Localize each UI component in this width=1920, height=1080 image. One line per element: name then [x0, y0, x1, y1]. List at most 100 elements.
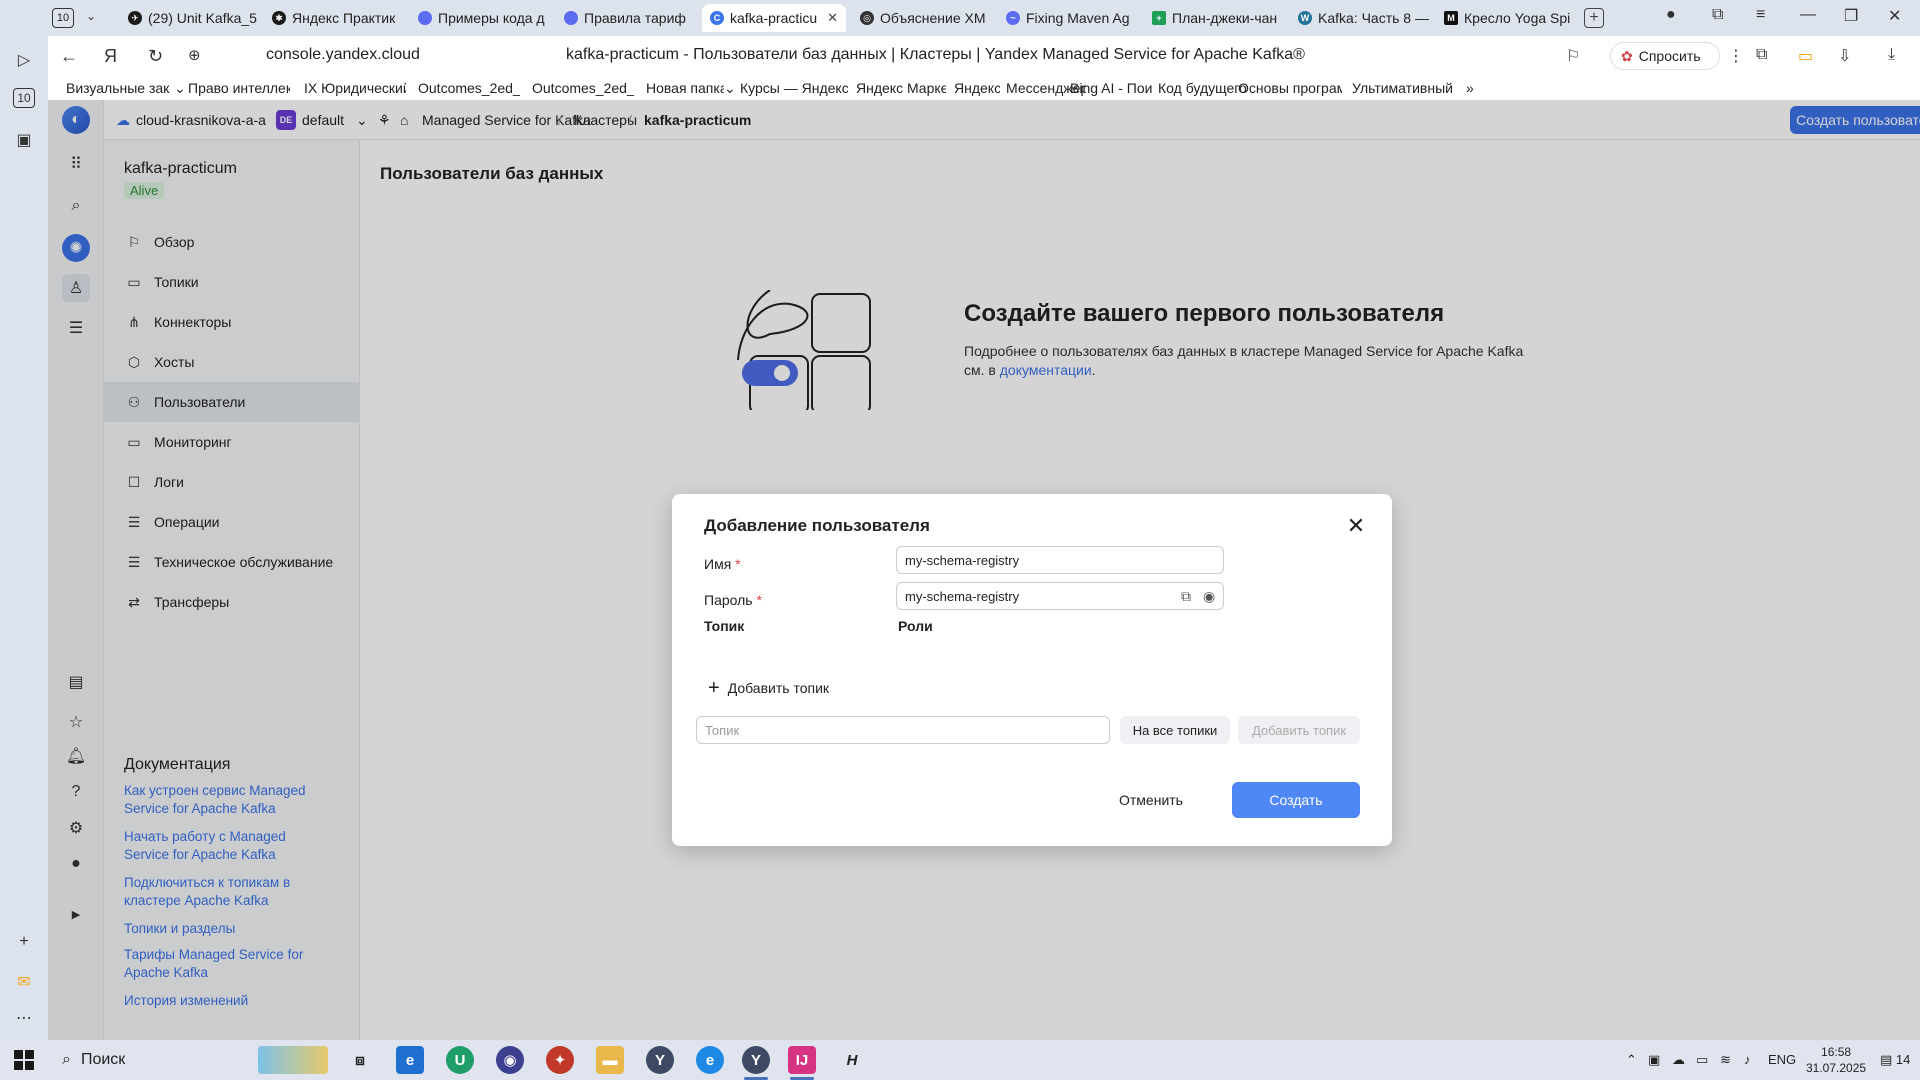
profile-icon[interactable]: ●	[1666, 6, 1676, 24]
page-title-in-address: kafka-practicum - Пользователи баз данны…	[566, 46, 1305, 63]
yandex-browser-active-icon[interactable]: Y	[742, 1046, 770, 1080]
add-topic-link[interactable]: + Добавить топик	[708, 678, 829, 698]
windows-taskbar: ⌕ Поиск ⧈ e U ◉ ✦ ▬ Y e Y IJ H ⌃ ▣ ☁ ▭ ≋ …	[0, 1040, 1920, 1080]
chevron-down-icon[interactable]: ⌄	[174, 80, 188, 97]
tray-app-icon[interactable]: ▣	[1648, 1052, 1660, 1068]
bookmark-icon[interactable]: ⚐	[1566, 46, 1580, 66]
bookmark[interactable]: Яндекс Маркет	[856, 80, 946, 96]
chevron-down-icon[interactable]: ⌄	[86, 9, 96, 23]
notifications-icon[interactable]: ▤ 14	[1880, 1052, 1910, 1068]
browser-sidebar: ◷ ▷ 10 ▣ + ✉ ⋯	[0, 0, 48, 1040]
wifi-icon[interactable]: ≋	[1720, 1052, 1731, 1068]
language-indicator[interactable]: ENG	[1768, 1052, 1796, 1067]
task-view-icon[interactable]: ⧈	[346, 1046, 374, 1074]
tab-counter[interactable]: 10	[52, 8, 74, 28]
all-topics-button[interactable]: На все топики	[1120, 716, 1230, 744]
play-icon[interactable]: ▷	[12, 48, 36, 72]
downloads-icon[interactable]: ⇩	[1838, 46, 1851, 66]
password-input[interactable]: my-schema-registry ⧉ ◉	[896, 582, 1224, 610]
download-icon[interactable]: ⤓	[1888, 46, 1895, 64]
tray-chevron-icon[interactable]: ⌃	[1626, 1052, 1637, 1068]
site-info-icon[interactable]: ⊕	[188, 46, 201, 64]
bookmark[interactable]: Визуальные заклад	[66, 80, 170, 96]
file-explorer-icon[interactable]: ▬	[596, 1046, 624, 1074]
bookmark[interactable]: IX Юридический фо	[304, 80, 406, 96]
ask-button[interactable]: ✿ Спросить	[1610, 42, 1720, 70]
bookmark[interactable]: Outcomes_2ed_Inter	[532, 80, 634, 96]
medium-icon: M	[1444, 11, 1458, 25]
reload-icon[interactable]: ↻	[148, 46, 163, 67]
address-bar: ← Я ↻ ⊕ console.yandex.cloud kafka-pract…	[48, 36, 1920, 76]
app-icon[interactable]: ◉	[496, 1046, 524, 1074]
name-label: Имя *	[704, 556, 741, 572]
browser-tab[interactable]: ◎ Объяснение XM	[852, 4, 992, 32]
copy-icon[interactable]: ⧉	[1181, 588, 1191, 605]
onedrive-icon[interactable]: ☁	[1672, 1052, 1685, 1068]
browser-tab[interactable]: W Kafka: Часть 8 —	[1290, 4, 1430, 32]
minimize-icon[interactable]: —	[1800, 6, 1816, 24]
cancel-button[interactable]: Отменить	[1096, 782, 1206, 818]
battery-icon[interactable]: ▭	[1798, 46, 1813, 66]
bookmark[interactable]: Право интеллектуа	[188, 80, 290, 96]
mail-icon[interactable]: ✉	[12, 970, 36, 994]
bookmark[interactable]: Ультимативный Roa	[1352, 80, 1458, 96]
bookmark[interactable]: Курсы — Яндекс LM	[740, 80, 848, 96]
app-icon[interactable]: ✦	[546, 1046, 574, 1074]
yandex-browser-icon[interactable]: Y	[646, 1046, 674, 1074]
back-icon[interactable]: ←	[60, 46, 78, 67]
browser-tab-active[interactable]: Ckafka-practicu ✕	[702, 4, 846, 32]
clock[interactable]: 16:58 31.07.2025	[1806, 1044, 1866, 1076]
internet-explorer-icon[interactable]: e	[396, 1046, 424, 1074]
more-vertical-icon[interactable]: ⋮	[1728, 46, 1744, 66]
topic-input[interactable]: Топик	[696, 716, 1110, 744]
menu-icon[interactable]: ≡	[1756, 6, 1765, 24]
claude-icon: ~	[1006, 11, 1020, 25]
bookmark[interactable]: Outcomes_2ed_Inter	[418, 80, 520, 96]
url-field[interactable]: console.yandex.cloud	[266, 46, 420, 64]
close-window-icon[interactable]: ✕	[1888, 6, 1901, 26]
bookmark[interactable]: Яндекс	[954, 80, 1000, 96]
browser-tab[interactable]: Правила тариф	[556, 4, 696, 32]
bookmarks-bar: Визуальные заклад ⌄ Право интеллектуа IX…	[48, 76, 1920, 100]
screenshot-icon[interactable]: ▣	[12, 128, 36, 152]
name-input[interactable]: my-schema-registry	[896, 546, 1224, 574]
bookmark[interactable]: Код будущего	[1158, 80, 1246, 96]
volume-icon[interactable]: ♪	[1744, 1052, 1751, 1067]
edge-icon[interactable]: e	[696, 1046, 724, 1074]
alice-icon	[564, 11, 578, 25]
tab-strip: 10 ⌄ ✈ (29) Unit Kafka_5 ✱ Яндекс Практик …	[0, 0, 1920, 36]
extensions-icon[interactable]: ⧉	[1756, 46, 1767, 64]
add-panel-icon[interactable]: +	[12, 930, 36, 954]
chatgpt-icon: ◎	[860, 11, 874, 25]
add-topic-button[interactable]: Добавить топик	[1238, 716, 1360, 744]
battery-tray-icon[interactable]: ▭	[1696, 1052, 1708, 1068]
eye-off-icon[interactable]: ◉	[1203, 588, 1215, 605]
collections-icon[interactable]: ⧉	[1712, 6, 1723, 24]
close-tab-icon[interactable]: ✕	[827, 10, 838, 26]
browser-tab[interactable]: Примеры кода д	[410, 4, 550, 32]
bookmark[interactable]: Основы программи	[1238, 80, 1342, 96]
more-icon[interactable]: ⋯	[12, 1006, 36, 1030]
more-bookmarks-icon[interactable]: »	[1466, 80, 1480, 96]
wordpress-icon: W	[1298, 11, 1312, 25]
browser-tab[interactable]: + План-джеки-чан	[1144, 4, 1284, 32]
bookmark[interactable]: Bing AI - Поиск	[1070, 80, 1152, 96]
upwork-icon[interactable]: U	[446, 1046, 474, 1074]
restore-icon[interactable]: ❐	[1844, 6, 1858, 26]
chevron-down-icon[interactable]: ⌄	[724, 80, 738, 97]
new-tab-button[interactable]: +	[1584, 8, 1604, 28]
browser-tab[interactable]: M Кресло Yoga Spi	[1436, 4, 1576, 32]
windows-start-icon[interactable]	[14, 1050, 34, 1070]
hexlet-icon[interactable]: H	[838, 1046, 866, 1074]
bookmark-folder[interactable]: Новая папка	[646, 80, 724, 96]
intellij-icon[interactable]: IJ	[788, 1046, 816, 1080]
browser-tab[interactable]: ✈ (29) Unit Kafka_5	[120, 4, 264, 32]
browser-tab[interactable]: ~ Fixing Maven Ag	[998, 4, 1138, 32]
close-icon[interactable]: ✕	[1344, 513, 1368, 538]
browser-tab[interactable]: ✱ Яндекс Практик	[264, 4, 404, 32]
tab-count-icon[interactable]: 10	[13, 88, 35, 108]
create-button[interactable]: Создать	[1232, 782, 1360, 818]
yandex-icon[interactable]: Я	[104, 46, 117, 67]
sheets-icon: +	[1152, 11, 1166, 25]
password-label: Пароль *	[704, 592, 762, 608]
